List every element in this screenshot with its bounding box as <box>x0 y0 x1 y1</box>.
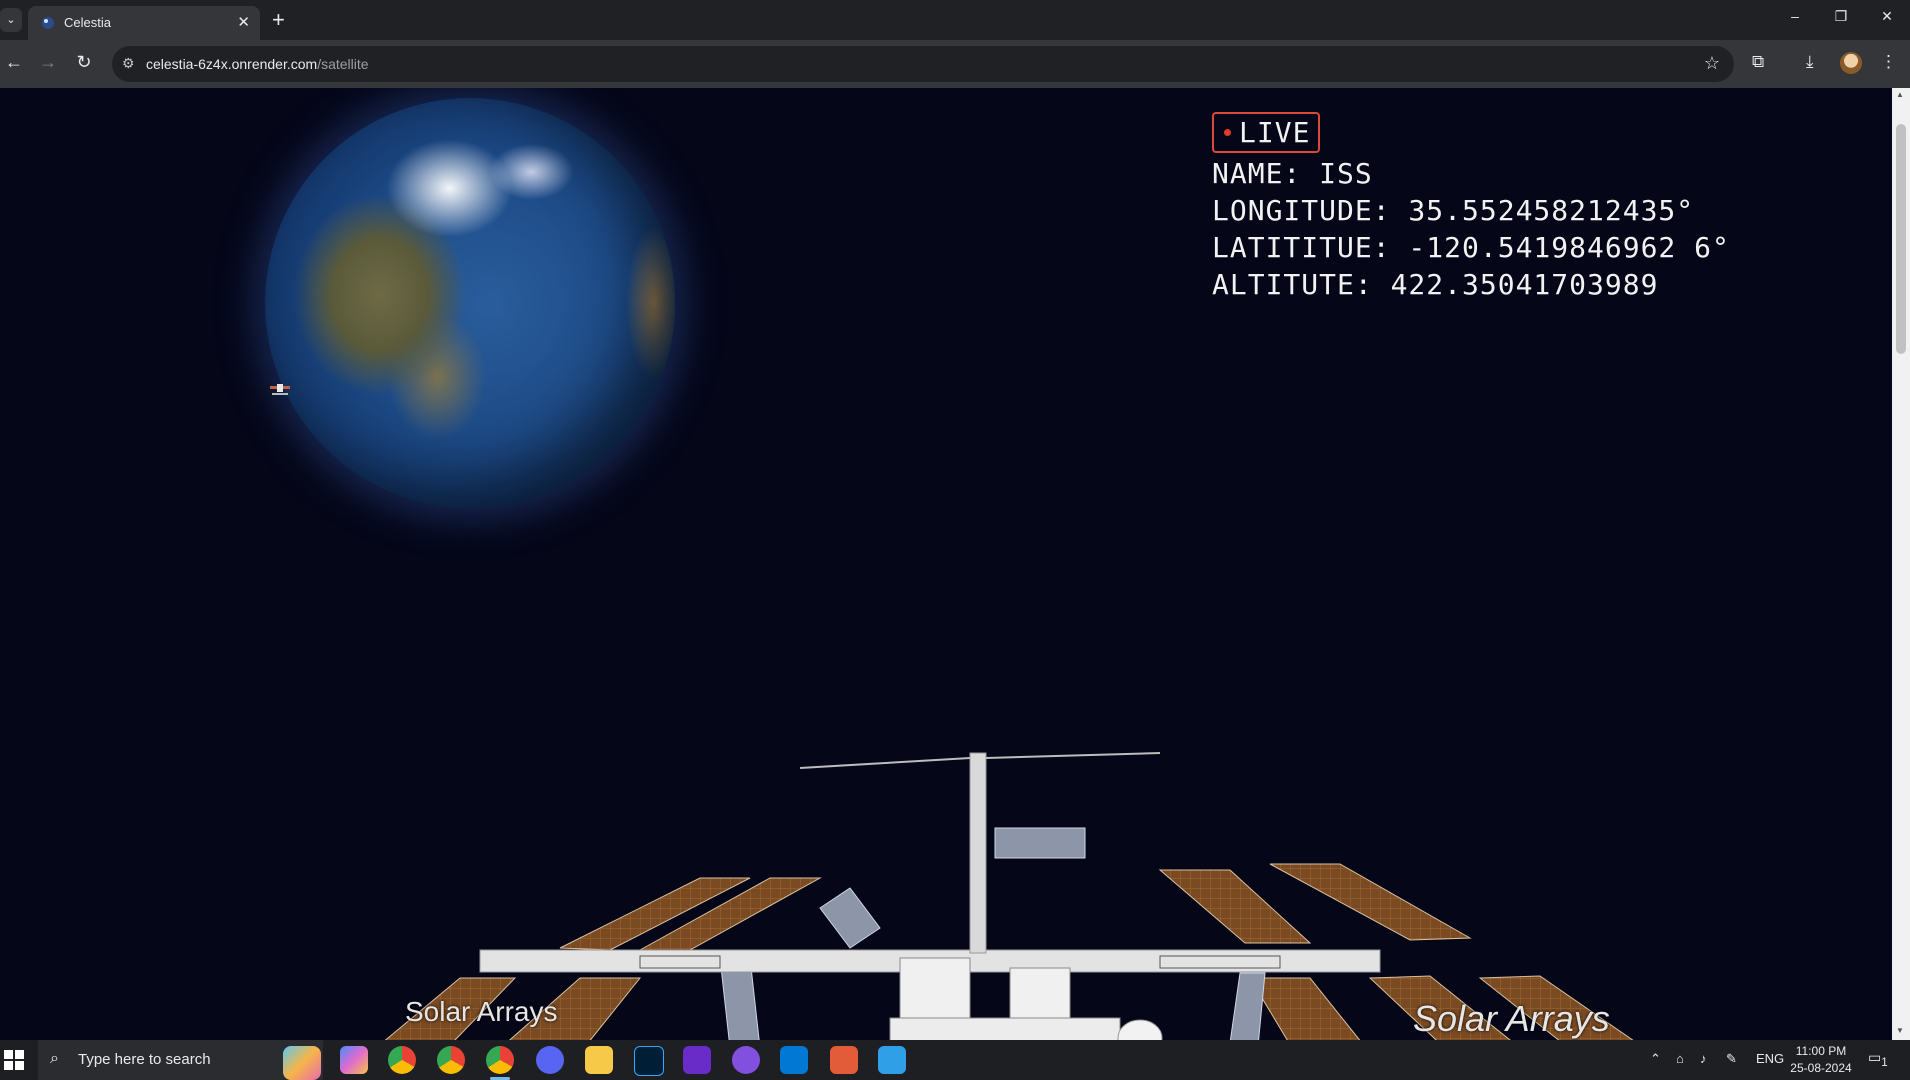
iss-model[interactable] <box>280 638 1800 1040</box>
url-text[interactable]: celestia-6z4x.onrender.com/satellite <box>146 56 369 72</box>
search-icon: ⌕ <box>50 1050 59 1067</box>
language-indicator[interactable]: ENG <box>1756 1051 1784 1066</box>
satellite-latitude: LATITITUE: -120.5419846962 6° <box>1212 231 1730 264</box>
github-icon[interactable] <box>732 1046 760 1074</box>
volume-icon[interactable]: ♪ <box>1700 1051 1707 1066</box>
address-bar[interactable]: ⚙ celestia-6z4x.onrender.com/satellite ☆ <box>112 46 1734 82</box>
reload-icon[interactable]: ↻ <box>70 52 98 73</box>
profile-avatar[interactable] <box>1840 52 1862 74</box>
bookmark-star-icon[interactable]: ☆ <box>1704 53 1720 74</box>
live-dot-icon <box>1224 129 1231 136</box>
page-scrollbar[interactable]: ▲ ▼ <box>1892 88 1910 1040</box>
satellite-info-panel: LIVE NAME: ISS LONGITUDE: 35.55245821243… <box>1212 112 1730 301</box>
clock-date: 25-08-2024 <box>1790 1061 1852 1075</box>
notification-count: 1 <box>1881 1055 1888 1069</box>
file-explorer-icon[interactable] <box>585 1046 613 1074</box>
browser-toolbar: ← → ↻ ⚙ celestia-6z4x.onrender.com/satel… <box>0 40 1910 88</box>
new-tab-button[interactable]: + <box>272 6 285 34</box>
scroll-thumb[interactable] <box>1896 124 1906 354</box>
taskbar-search[interactable]: ⌕ Type here to search <box>38 1040 323 1080</box>
satellite-marker-icon[interactable] <box>268 378 292 402</box>
photoshop-icon[interactable] <box>634 1046 664 1076</box>
earth-globe[interactable] <box>265 98 675 508</box>
close-window-icon[interactable]: ✕ <box>1864 8 1910 25</box>
restore-icon[interactable]: ❐ <box>1818 8 1864 25</box>
vscode-icon[interactable] <box>780 1046 808 1074</box>
satellite-altitude: ALTITUTE: 422.35041703989 <box>1212 268 1659 301</box>
tab-strip: ⌄ Celestia ✕ + – ❐ ✕ <box>0 0 1910 40</box>
discord-icon[interactable] <box>536 1046 564 1074</box>
live-label: LIVE <box>1239 116 1311 149</box>
pen-icon[interactable]: ✎ <box>1726 1051 1737 1067</box>
search-placeholder: Type here to search <box>78 1051 211 1068</box>
solar-arrays-label-left: Solar Arrays <box>405 996 558 1027</box>
system-clock[interactable]: 11:00 PM 25-08-2024 <box>1786 1043 1856 1077</box>
celestia-favicon-icon <box>42 17 54 29</box>
scroll-down-icon[interactable]: ▼ <box>1896 1026 1904 1035</box>
back-icon[interactable]: ← <box>0 52 28 73</box>
satellite-name: NAME: ISS <box>1212 157 1373 190</box>
chrome-icon[interactable] <box>486 1046 514 1080</box>
nzxt-icon[interactable] <box>683 1046 711 1074</box>
windows-start-icon[interactable] <box>4 1050 24 1070</box>
notification-icon[interactable]: ▭1 <box>1868 1049 1888 1069</box>
live-badge: LIVE <box>1212 112 1321 153</box>
network-icon[interactable]: ⌂ <box>1676 1051 1684 1066</box>
copilot-icon[interactable] <box>340 1046 368 1074</box>
menu-icon[interactable]: ⋮ <box>1880 52 1897 72</box>
chrome-icon[interactable] <box>437 1046 465 1074</box>
paint-icon[interactable] <box>878 1046 906 1074</box>
snipping-tool-icon[interactable] <box>830 1046 858 1074</box>
windows-taskbar: ⌕ Type here to search ⌃ ⌂ ♪ ✎ ENG 11:00 … <box>0 1040 1910 1080</box>
show-hidden-icons[interactable]: ⌃ <box>1650 1051 1661 1067</box>
tab-search-icon[interactable]: ⌄ <box>0 8 22 32</box>
forward-icon[interactable]: → <box>34 52 62 73</box>
solar-arrays-label-right: Solar Arrays <box>1413 998 1610 1039</box>
scroll-up-icon[interactable]: ▲ <box>1896 90 1904 99</box>
close-tab-icon[interactable]: ✕ <box>237 13 250 31</box>
satellite-longitude: LONGITUDE: 35.552458212435° <box>1212 194 1695 227</box>
minimize-icon[interactable]: – <box>1772 8 1818 24</box>
clock-time: 11:00 PM <box>1795 1044 1847 1058</box>
extensions-icon[interactable]: ⧉ <box>1752 52 1764 72</box>
site-info-icon[interactable]: ⚙ <box>122 55 135 72</box>
download-icon[interactable]: ⤓ <box>1806 52 1814 72</box>
tab-title: Celestia <box>64 15 111 30</box>
chrome-icon[interactable] <box>388 1046 416 1074</box>
search-highlight-icon <box>283 1046 321 1080</box>
tab-celestia[interactable]: Celestia ✕ <box>28 6 260 40</box>
